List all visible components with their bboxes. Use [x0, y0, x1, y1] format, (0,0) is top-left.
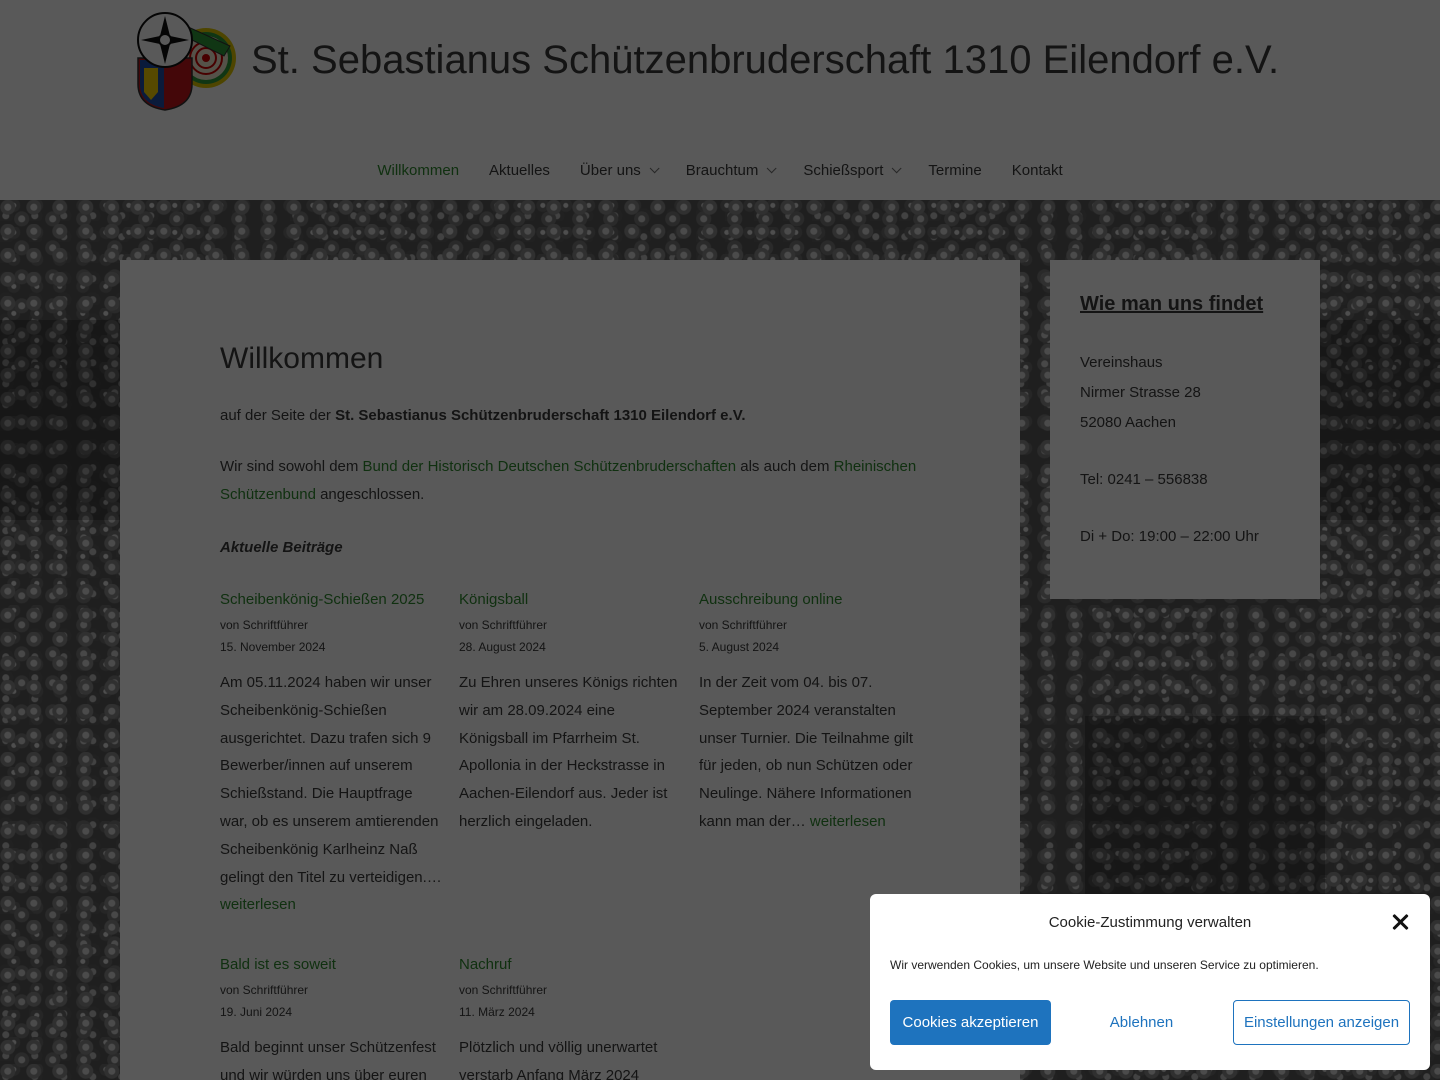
nav-item-brauchtum[interactable]: Brauchtum [671, 150, 789, 190]
nav-item-willkommen[interactable]: Willkommen [362, 150, 474, 190]
main-navigation: Willkommen Aktuelles Über uns Brauchtum … [0, 150, 1440, 190]
intro-text: auf der Seite der St. Sebastianus Schütz… [220, 404, 920, 428]
post-item: Ausschreibung online von Schriftführer 5… [699, 590, 921, 836]
post-date: 5. August 2024 [699, 640, 780, 654]
post-excerpt: Bald beginnt unser Schützenfest und wir … [220, 1034, 442, 1080]
post-date: 15. November 2024 [220, 640, 326, 654]
nav-item-label: Kontakt [1011, 161, 1063, 179]
nav-item-label: Brauchtum [685, 161, 759, 179]
post-excerpt-text: In der Zeit vom 04. bis 07. September 20… [699, 674, 913, 830]
post-author: von Schriftführer [220, 618, 309, 632]
post-author: von Schriftführer [699, 618, 788, 632]
close-icon[interactable] [1390, 912, 1410, 932]
intro-club-name: St. Sebastianus Schützenbruderschaft 131… [335, 407, 746, 424]
cookie-consent-dialog: Cookie-Zustimmung verwalten Wir verwende… [870, 894, 1430, 1070]
post-title-link[interactable]: Bald ist es soweit [220, 955, 442, 975]
post-excerpt-text: Plötzlich und völlig unerwartet verstarb… [459, 1039, 658, 1080]
deny-cookies-button[interactable]: Ablehnen [1071, 1000, 1212, 1045]
post-title-link[interactable]: Ausschreibung online [699, 590, 921, 610]
nav-item-kontakt[interactable]: Kontakt [997, 150, 1078, 190]
post-excerpt-text: Zu Ehren unseres Königs richten wir am 2… [459, 674, 678, 830]
post-item: Königsball von Schriftführer 28. August … [459, 590, 681, 836]
address-line: Vereinshaus [1080, 354, 1163, 371]
post-date: 28. August 2024 [459, 640, 546, 654]
read-more-link[interactable]: weiterlesen [810, 813, 886, 830]
chevron-down-icon [649, 162, 660, 173]
post-excerpt-text: Bald beginnt unser Schützenfest und wir … [220, 1039, 436, 1080]
nav-item-label: Termine [928, 161, 982, 179]
nav-item-label: Über uns [579, 161, 641, 179]
site-title[interactable]: St. Sebastianus Schützenbruderschaft 131… [251, 38, 1279, 83]
post-excerpt: Am 05.11.2024 haben wir unser Scheibenkö… [220, 669, 442, 919]
nav-item-schiesssport[interactable]: Schießsport [788, 150, 913, 190]
post-title-link[interactable]: Scheibenkönig-Schießen 2025 [220, 590, 442, 610]
chevron-down-icon [892, 162, 902, 173]
post-author: von Schriftführer [459, 983, 548, 997]
address-line: 52080 Aachen [1080, 414, 1176, 431]
club-crest-icon[interactable] [134, 12, 238, 112]
read-more-link[interactable]: weiterlesen [220, 896, 296, 913]
intro-prefix: auf der Seite der [220, 407, 336, 424]
post-author: von Schriftführer [459, 618, 548, 632]
background-tile [1320, 320, 1440, 520]
nav-item-label: Schießsport [803, 161, 884, 179]
phone-number: Tel: 0241 – 556838 [1080, 471, 1208, 488]
nav-item-label: Willkommen [377, 161, 460, 179]
post-excerpt: Plötzlich und völlig unerwartet verstarb… [459, 1034, 681, 1080]
section-label-recent-posts: Aktuelle Beiträge [220, 539, 343, 556]
accept-cookies-button[interactable]: Cookies akzeptieren [890, 1000, 1051, 1045]
cookie-settings-button[interactable]: Einstellungen anzeigen [1233, 1000, 1410, 1045]
background-tile [1085, 716, 1325, 916]
nav-item-aktuelles[interactable]: Aktuelles [474, 150, 565, 190]
post-item: Nachruf von Schriftführer 11. März 2024 … [459, 955, 681, 1080]
site-header: St. Sebastianus Schützenbruderschaft 131… [0, 0, 1440, 200]
cookie-dialog-text: Wir verwenden Cookies, um unsere Website… [890, 958, 1319, 972]
widget-title[interactable]: Wie man uns findet [1080, 293, 1290, 316]
post-title-link[interactable]: Königsball [459, 590, 681, 610]
post-date: 19. Juni 2024 [220, 1005, 293, 1019]
post-excerpt-text: Am 05.11.2024 haben wir unser Scheibenkö… [220, 674, 442, 886]
opening-hours: Di + Do: 19:00 – 22:00 Uhr [1080, 528, 1259, 545]
membership-text-part: als auch dem [736, 458, 834, 475]
post-author: von Schriftführer [220, 983, 309, 997]
cookie-dialog-title: Cookie-Zustimmung verwalten [1048, 914, 1252, 931]
post-date: 11. März 2024 [459, 1005, 535, 1019]
link-bhds[interactable]: Bund der Historisch Deutschen Schützenbr… [363, 458, 737, 475]
membership-text-part: angeschlossen. [315, 486, 425, 503]
post-title-link[interactable]: Nachruf [459, 955, 681, 975]
nav-item-label: Aktuelles [489, 161, 550, 179]
chevron-down-icon [767, 162, 777, 173]
post-item: Bald ist es soweit von Schriftführer 19.… [220, 955, 442, 1080]
background-tile [0, 320, 120, 520]
membership-text: Wir sind sowohl dem Bund der Historisch … [220, 453, 930, 509]
post-excerpt: Zu Ehren unseres Königs richten wir am 2… [459, 669, 681, 836]
membership-text-part: Wir sind sowohl dem [220, 458, 363, 475]
address-line: Nirmer Strasse 28 [1080, 384, 1201, 401]
address-block: Vereinshaus Nirmer Strasse 28 52080 Aach… [1080, 348, 1290, 438]
post-excerpt: In der Zeit vom 04. bis 07. September 20… [699, 669, 921, 836]
page-title: Willkommen [220, 342, 384, 375]
post-item: Scheibenkönig-Schießen 2025 von Schriftf… [220, 590, 442, 919]
nav-item-ueber-uns[interactable]: Über uns [565, 150, 671, 190]
sidebar-widget-location: Wie man uns findet Vereinshaus Nirmer St… [1050, 260, 1320, 599]
nav-item-termine[interactable]: Termine [913, 150, 996, 190]
